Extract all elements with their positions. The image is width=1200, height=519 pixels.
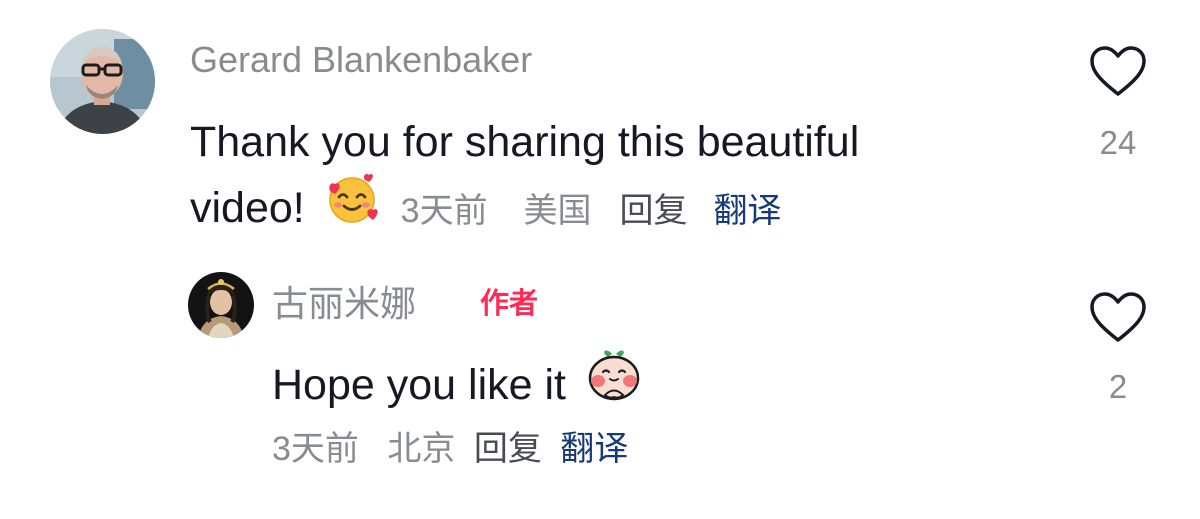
comment-text-line-1: Thank you for sharing this beautiful — [190, 118, 860, 166]
comment-timestamp: 3天前 — [400, 191, 488, 230]
reply-author-avatar[interactable] — [188, 272, 254, 338]
commenter-avatar[interactable] — [50, 29, 155, 134]
comment-text-end: video! — [190, 184, 305, 232]
reply-meta-row: 3天前 北京 回复 翻译 — [272, 432, 628, 466]
like-button[interactable] — [1088, 44, 1148, 100]
commenter-username[interactable]: Gerard Blankenbaker — [190, 42, 532, 78]
reply-reply-button[interactable]: 回复 — [474, 432, 542, 466]
cute-character-sticker-icon — [586, 345, 642, 422]
reply-timestamp: 3天前 — [272, 430, 359, 468]
comment-location: 美国 — [523, 191, 592, 230]
reply-text: Hope you like it — [272, 361, 566, 409]
reply-button[interactable]: 回复 — [619, 194, 687, 228]
like-count: 24 — [1099, 124, 1137, 161]
reply-username[interactable]: 古丽米娜 — [272, 286, 416, 322]
translate-button[interactable]: 翻译 — [713, 194, 781, 228]
reply-like-button[interactable] — [1088, 290, 1148, 346]
author-badge: 作者 — [480, 288, 539, 320]
comment-text-line-2: video! 3天前 美国 回复 翻译 — [190, 174, 781, 244]
heart-icon — [1090, 46, 1146, 96]
smiling-face-with-hearts-icon — [325, 171, 379, 244]
reply-like-count: 2 — [1108, 368, 1128, 405]
reply-translate-button[interactable]: 翻译 — [560, 432, 628, 466]
reply-text-line: Hope you like it — [272, 350, 642, 422]
heart-icon — [1090, 292, 1146, 342]
reply-location: 北京 — [387, 430, 456, 468]
